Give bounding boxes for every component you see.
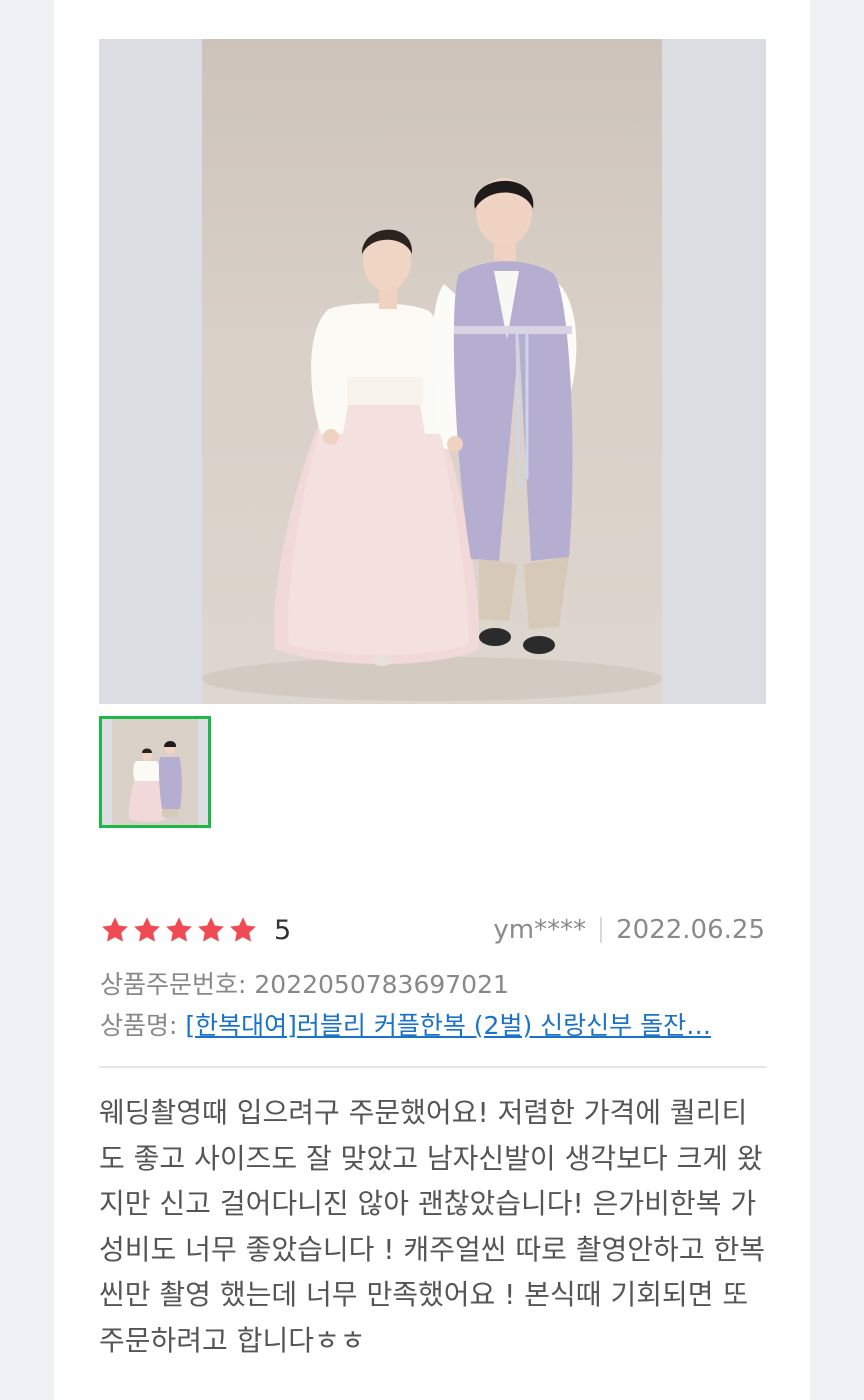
thumb-illustration [128,741,182,822]
review-date: 2022.06.25 [616,915,765,945]
star-icon [102,917,128,942]
review-photo-thumbnail[interactable] [99,716,211,828]
product-name-row: 상품명: [한복대여]러블리 커플한복 (2벌) 신랑신부 돌잔… [100,1006,766,1042]
review-text: 웨딩촬영때 입으려구 주문했어요! 저렴한 가격에 퀄리티도 좋고 사이즈도 잘… [99,1096,766,1357]
reviewer-id: ym**** [493,915,587,945]
star-icon [134,917,160,942]
star-icon [198,917,224,942]
couple-hanbok-illustration [202,178,662,701]
order-number-row: 상품주문번호: 2022050783697021 [100,965,509,1001]
review-photo-main[interactable] [99,39,766,704]
meta-divider [600,917,603,943]
rating-score: 5 [274,914,292,946]
product-name-label: 상품명: [100,1011,178,1040]
order-number-label: 상품주문번호: [100,970,247,999]
divider [99,1066,766,1068]
product-name-link[interactable]: [한복대여]러블리 커플한복 (2벌) 신랑신부 돌잔… [185,1011,711,1040]
rating-stars [100,915,258,945]
star-icon [230,917,256,942]
rating: 5 [100,912,291,948]
star-icon [166,917,192,942]
review-meta: ym**** 2022.06.25 [493,912,765,948]
order-number-value: 2022050783697021 [254,970,509,999]
